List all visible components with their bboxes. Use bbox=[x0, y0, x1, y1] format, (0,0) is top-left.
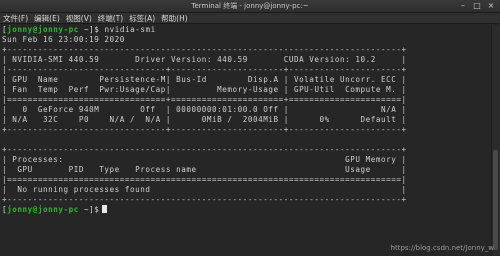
menu-edit[interactable]: 编辑(E) bbox=[34, 13, 60, 23]
output-line: | N/A 32C P0 N/A / N/A | 0MiB / 2004MiB … bbox=[2, 115, 407, 124]
output-line: +---------------------------------------… bbox=[2, 195, 407, 204]
menu-tabs[interactable]: 标签(A) bbox=[129, 13, 155, 23]
output-line: Sun Feb 16 23:00:19 2020 bbox=[2, 35, 125, 44]
output-line: +---------------------------------------… bbox=[2, 145, 407, 154]
menu-terminal[interactable]: 终端(T) bbox=[98, 13, 123, 23]
output-line: | No running processes found | bbox=[2, 185, 407, 194]
maximize-button[interactable]: □ bbox=[472, 1, 482, 11]
output-line: | 0 GeForce 940M Off | 00000000:01:00.0 … bbox=[2, 105, 407, 114]
output-line: | Fan Temp Perf Pwr:Usage/Cap| Memory-Us… bbox=[2, 85, 407, 94]
text-cursor bbox=[102, 205, 108, 213]
window-title: Terminal 终端 - jonny@jonny-pc:~ bbox=[191, 2, 309, 10]
prompt-line-2: [jonny@jonny-pc ~]$ bbox=[2, 205, 108, 215]
menu-bar: 文件(F) 编辑(E) 视图(V) 终端(T) 标签(A) 帮助(H) bbox=[0, 13, 500, 24]
menu-view[interactable]: 视图(V) bbox=[66, 13, 92, 23]
menu-help[interactable]: 帮助(H) bbox=[161, 13, 188, 23]
prompt-user: jonny@jonny-pc bbox=[7, 205, 79, 214]
output-line: | NVIDIA-SMI 440.59 Driver Version: 440.… bbox=[2, 55, 407, 64]
menu-file[interactable]: 文件(F) bbox=[3, 13, 28, 23]
output-line: |===============================+=======… bbox=[2, 95, 407, 104]
output-line: |-------------------------------+-------… bbox=[2, 65, 407, 74]
terminal-window: Terminal 终端 - jonny@jonny-pc:~ – □ × 文件(… bbox=[0, 0, 500, 256]
terminal-output[interactable]: [jonny@jonny-pc ~]$ nvidia-smi Sun Feb 1… bbox=[2, 25, 490, 256]
close-button[interactable]: × bbox=[486, 1, 496, 11]
scrollbar[interactable] bbox=[491, 25, 500, 256]
output-line: | GPU PID Type Process name Usage | bbox=[2, 165, 407, 174]
output-line: |=======================================… bbox=[2, 175, 407, 184]
prompt-user: jonny@jonny-pc bbox=[7, 25, 79, 34]
output-line: +---------------------------------------… bbox=[2, 45, 407, 54]
output-line: | GPU Name Persistence-M| Bus-Id Disp.A … bbox=[2, 75, 407, 84]
command-text: nvidia-smi bbox=[104, 25, 156, 34]
output-line: +-------------------------------+-------… bbox=[2, 125, 407, 134]
title-bar[interactable]: Terminal 终端 - jonny@jonny-pc:~ – □ × bbox=[0, 0, 500, 13]
prompt-line-1: [jonny@jonny-pc ~]$ nvidia-smi bbox=[2, 25, 156, 34]
minimize-button[interactable]: – bbox=[458, 1, 468, 11]
output-line: | Processes: GPU Memory | bbox=[2, 155, 407, 164]
scrollbar-thumb[interactable] bbox=[493, 150, 498, 250]
prompt-path: ~ bbox=[78, 25, 90, 34]
prompt-path: ~ bbox=[78, 205, 90, 214]
watermark: https://blog.csdn.net/Jonny_w bbox=[390, 244, 494, 252]
